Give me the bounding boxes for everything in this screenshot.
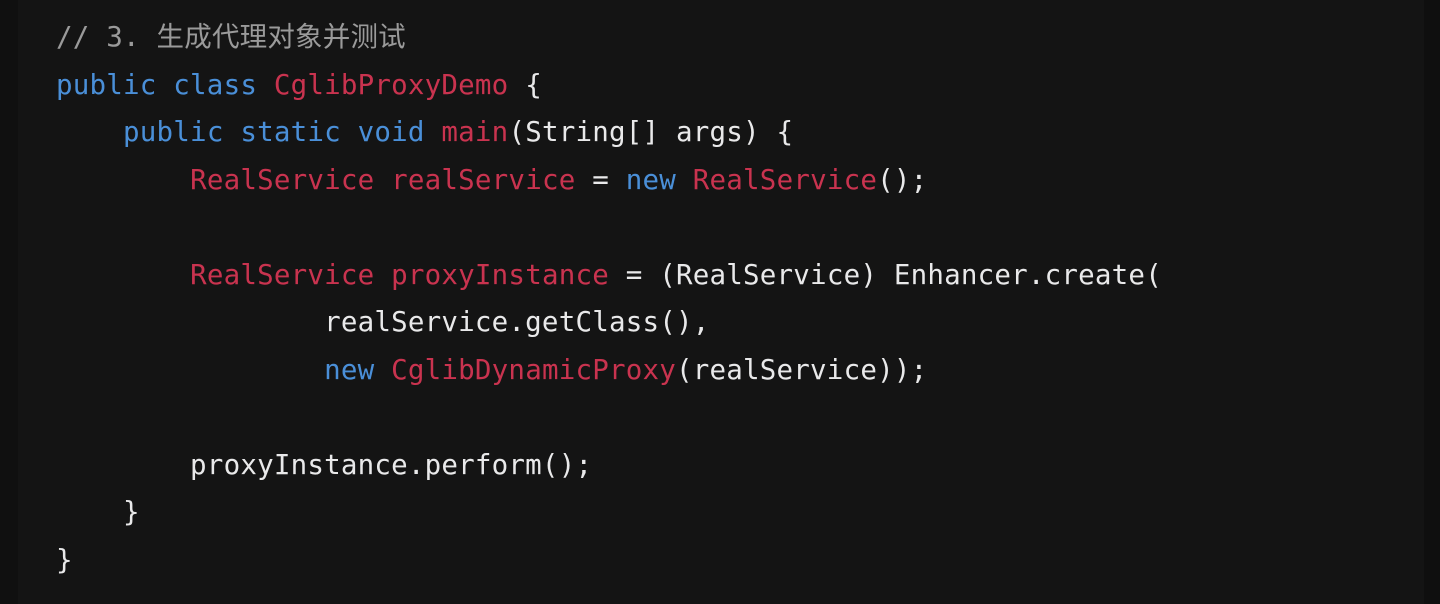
code-line-9: ​	[56, 394, 1162, 442]
code-line-11: }	[56, 489, 1162, 537]
code-token: // 3. 生成代理对象并测试	[56, 21, 406, 53]
code-token: CglibProxyDemo	[273, 68, 509, 101]
code-line-8: new CglibDynamicProxy(realService));	[56, 347, 1162, 395]
code-token: realService.getClass(),	[56, 306, 710, 338]
code-token: public class	[56, 68, 274, 101]
code-line-3: public static void main(String[] args) {	[56, 109, 1162, 157]
code-line-2: public class CglibProxyDemo {	[56, 62, 1162, 110]
code-line-4: RealService realService = new RealServic…	[56, 157, 1162, 205]
code-token: public static void	[123, 116, 442, 148]
code-line-5: ​	[56, 204, 1162, 252]
code-token: proxyInstance.perform();	[56, 448, 593, 481]
code-block: // 3. 生成代理对象并测试 public class CglibProxyDe…	[56, 14, 1162, 584]
code-block-panel: // 3. 生成代理对象并测试 public class CglibProxyDe…	[18, 0, 1424, 604]
code-line-7: realService.getClass(),	[56, 299, 1162, 347]
code-token: }	[56, 496, 140, 528]
code-token: }	[56, 543, 73, 576]
code-line-12: }	[56, 537, 1162, 585]
code-token: = (RealService) Enhancer.create(	[608, 258, 1162, 291]
code-token: RealService	[692, 163, 878, 196]
code-token: ();	[877, 163, 928, 196]
code-token: (realService));	[676, 353, 928, 386]
code-token: CglibDynamicProxy	[391, 353, 676, 386]
code-token: main	[441, 116, 509, 148]
code-token: {	[508, 68, 542, 101]
code-token: =	[575, 163, 626, 196]
code-line-6: RealService proxyInstance = (RealService…	[56, 252, 1162, 300]
code-token: new	[324, 353, 392, 386]
code-token: RealService proxyInstance	[190, 258, 609, 291]
code-token: (String[] args) {	[508, 116, 794, 148]
code-token: RealService realService	[190, 163, 576, 196]
code-token: new	[625, 163, 693, 196]
left-margin	[0, 0, 18, 604]
right-margin	[1424, 0, 1440, 604]
code-line-10: proxyInstance.perform();	[56, 442, 1162, 490]
code-line-1: // 3. 生成代理对象并测试	[56, 14, 1162, 62]
